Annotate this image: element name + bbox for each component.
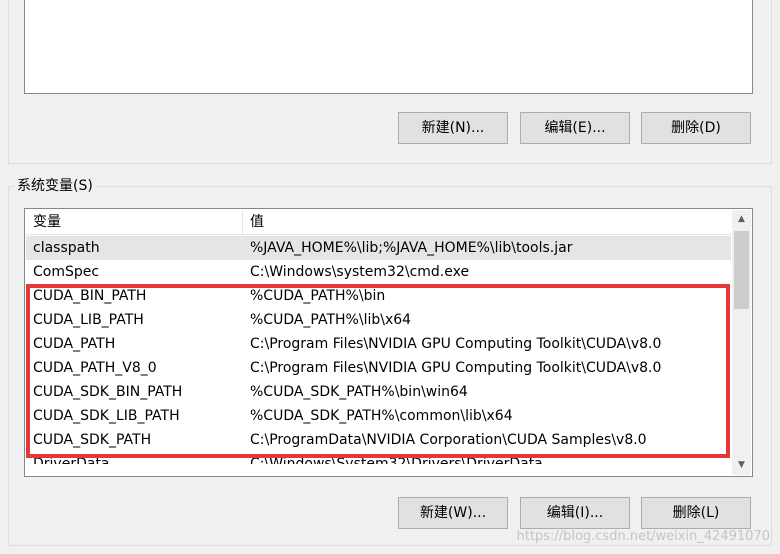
watermark: https://blog.csdn.net/weixin_42491070 (516, 529, 770, 544)
system-new-button[interactable]: 新建(W)... (398, 497, 508, 529)
variable-name: CUDA_BIN_PATH (33, 288, 147, 304)
variable-value: %CUDA_PATH%\lib\x64 (250, 312, 412, 328)
system-variables-list[interactable]: 变量 值 classpath %JAVA_HOME%\lib;%JAVA_HOM… (24, 208, 753, 477)
table-row[interactable]: CUDA_BIN_PATH %CUDA_PATH%\bin (26, 284, 731, 308)
variable-name: CUDA_SDK_PATH (33, 432, 152, 448)
table-row[interactable]: CUDA_SDK_BIN_PATH %CUDA_SDK_PATH%\bin\wi… (26, 380, 731, 404)
variable-value: %CUDA_PATH%\bin (250, 288, 386, 304)
system-delete-button[interactable]: 删除(L) (641, 497, 751, 529)
column-header-value[interactable]: 值 (250, 213, 264, 231)
variable-name: DriverData (33, 456, 110, 464)
variable-value: C:\Windows\System32\Drivers\DriverData (250, 456, 543, 464)
vertical-scrollbar[interactable]: ▲ ▼ (732, 210, 751, 475)
variable-name: CUDA_PATH (33, 336, 116, 352)
list-header: 变量 值 (26, 210, 731, 235)
chevron-up-icon[interactable]: ▲ (732, 210, 751, 229)
table-row[interactable]: classpath %JAVA_HOME%\lib;%JAVA_HOME%\li… (26, 236, 731, 260)
column-divider[interactable] (242, 210, 243, 235)
variable-value: %CUDA_SDK_PATH%\common\lib\x64 (250, 408, 513, 424)
variable-name: classpath (33, 240, 100, 256)
user-new-button[interactable]: 新建(N)... (398, 112, 508, 144)
variable-name: ComSpec (33, 264, 100, 280)
variable-name: CUDA_SDK_LIB_PATH (33, 408, 180, 424)
user-variables-list[interactable] (24, 0, 753, 94)
scrollbar-thumb[interactable] (734, 231, 749, 309)
system-edit-button[interactable]: 编辑(I)... (520, 497, 630, 529)
variable-name: CUDA_LIB_PATH (33, 312, 144, 328)
user-edit-button[interactable]: 编辑(E)... (520, 112, 630, 144)
column-header-variable[interactable]: 变量 (33, 213, 61, 231)
variable-value: C:\Windows\system32\cmd.exe (250, 264, 470, 280)
variable-value: %JAVA_HOME%\lib;%JAVA_HOME%\lib\tools.ja… (250, 240, 573, 256)
variable-name: CUDA_PATH_V8_0 (33, 360, 157, 376)
user-delete-button[interactable]: 删除(D) (641, 112, 751, 144)
table-row[interactable]: DriverData C:\Windows\System32\Drivers\D… (26, 452, 731, 464)
variable-name: CUDA_SDK_BIN_PATH (33, 384, 183, 400)
chevron-down-icon[interactable]: ▼ (732, 456, 751, 475)
variable-value: C:\Program Files\NVIDIA GPU Computing To… (250, 336, 662, 352)
table-row[interactable]: CUDA_PATH C:\Program Files\NVIDIA GPU Co… (26, 332, 731, 356)
variable-value: C:\Program Files\NVIDIA GPU Computing To… (250, 360, 662, 376)
table-row[interactable]: CUDA_SDK_LIB_PATH %CUDA_SDK_PATH%\common… (26, 404, 731, 428)
system-variables-title: 系统变量(S) (14, 177, 96, 195)
table-row[interactable]: CUDA_LIB_PATH %CUDA_PATH%\lib\x64 (26, 308, 731, 332)
list-rows: classpath %JAVA_HOME%\lib;%JAVA_HOME%\li… (26, 236, 731, 464)
table-row[interactable]: CUDA_PATH_V8_0 C:\Program Files\NVIDIA G… (26, 356, 731, 380)
variable-value: %CUDA_SDK_PATH%\bin\win64 (250, 384, 468, 400)
table-row[interactable]: ComSpec C:\Windows\system32\cmd.exe (26, 260, 731, 284)
variable-value: C:\ProgramData\NVIDIA Corporation\CUDA S… (250, 432, 647, 448)
table-row[interactable]: CUDA_SDK_PATH C:\ProgramData\NVIDIA Corp… (26, 428, 731, 452)
